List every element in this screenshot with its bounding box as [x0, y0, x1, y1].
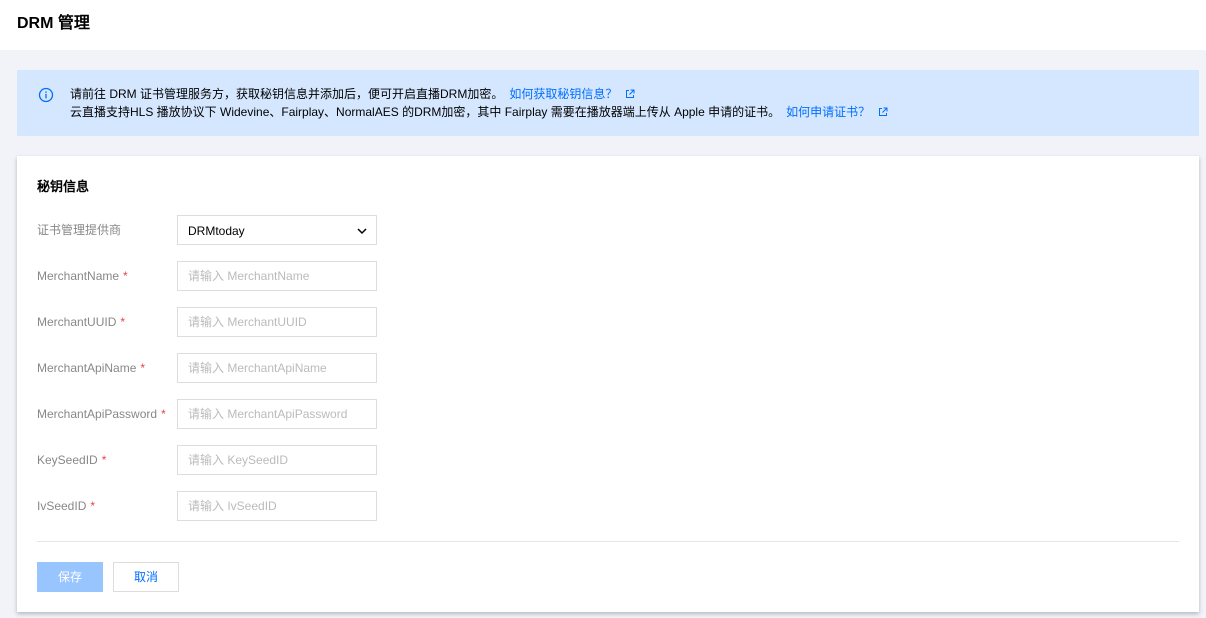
merchant-api-password-input[interactable]: [177, 399, 377, 429]
external-link-icon[interactable]: [625, 89, 635, 99]
field-label: KeySeedID *: [37, 452, 106, 468]
provider-select[interactable]: DRMtoday: [177, 215, 377, 245]
merchant-api-name-input[interactable]: [177, 353, 377, 383]
merchant-name-input[interactable]: [177, 261, 377, 291]
key-info-card: 秘钥信息 证书管理提供商 DRMtoday MerchantName* Merc…: [17, 156, 1199, 612]
cancel-button[interactable]: 取消: [113, 562, 179, 592]
form-row-key-seed-id: KeySeedID *: [37, 445, 437, 475]
required-mark: *: [140, 361, 146, 375]
field-label: MerchantUUID *: [37, 314, 125, 330]
chevron-down-icon: [357, 228, 367, 235]
save-button[interactable]: 保存: [37, 562, 103, 592]
field-label: MerchantApiPassword *: [37, 406, 166, 422]
field-label-text: IvSeedID: [37, 499, 87, 513]
field-label-text: KeySeedID: [37, 453, 98, 467]
page-header: DRM 管理: [0, 0, 1206, 50]
form-row-merchant-api-name: MerchantApiName *: [37, 353, 437, 383]
field-label: MerchantName *: [37, 268, 128, 284]
notice-text-1: 请前往 DRM 证书管理服务方，获取秘钥信息并添加后，便可开启直播DRM加密。: [70, 87, 504, 101]
required-mark: *: [123, 269, 128, 283]
divider: [37, 541, 1179, 542]
field-label-text: MerchantName: [37, 269, 120, 283]
external-link-icon[interactable]: [878, 107, 888, 117]
required-mark: *: [120, 315, 126, 329]
notice-line-2: 云直播支持HLS 播放协议下 Widevine、Fairplay、NormalA…: [70, 104, 888, 120]
field-label-text: MerchantUUID: [37, 315, 117, 329]
form-row-provider: 证书管理提供商 DRMtoday: [37, 215, 437, 245]
field-label: IvSeedID *: [37, 498, 95, 514]
section-title: 秘钥信息: [37, 179, 90, 194]
info-notice: 请前往 DRM 证书管理服务方，获取秘钥信息并添加后，便可开启直播DRM加密。如…: [17, 70, 1199, 136]
form-row-iv-seed-id: IvSeedID *: [37, 491, 437, 521]
field-label: MerchantApiName *: [37, 360, 145, 376]
field-label-text: MerchantApiName: [37, 361, 137, 375]
notice-text-2: 云直播支持HLS 播放协议下 Widevine、Fairplay、NormalA…: [70, 105, 781, 119]
provider-selected-value: DRMtoday: [188, 224, 245, 238]
provider-label: 证书管理提供商: [37, 223, 122, 237]
required-mark: *: [101, 453, 107, 467]
merchant-uuid-input[interactable]: [177, 307, 377, 337]
key-seed-id-input[interactable]: [177, 445, 377, 475]
form-row-merchant-api-password: MerchantApiPassword *: [37, 399, 437, 429]
page-title: DRM 管理: [17, 15, 90, 32]
info-icon: [38, 87, 54, 103]
iv-seed-id-input[interactable]: [177, 491, 377, 521]
form-row-merchant-uuid: MerchantUUID *: [37, 307, 437, 337]
apply-certificate-link[interactable]: 如何申请证书？: [786, 105, 870, 119]
notice-line-1: 请前往 DRM 证书管理服务方，获取秘钥信息并添加后，便可开启直播DRM加密。如…: [70, 86, 635, 102]
form-row-merchant-name: MerchantName *: [37, 261, 437, 291]
field-label-text: MerchantApiPassword: [37, 407, 158, 421]
get-key-info-link[interactable]: 如何获取秘钥信息？: [509, 87, 617, 101]
required-mark: *: [90, 499, 96, 513]
required-mark: *: [161, 407, 166, 421]
